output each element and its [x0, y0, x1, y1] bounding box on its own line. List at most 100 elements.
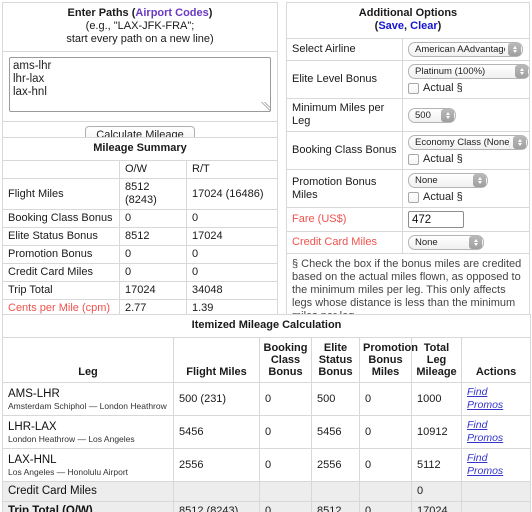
credit-card-miles-label: Credit Card Miles — [286, 231, 403, 254]
summary-ow-value: 0 — [119, 245, 187, 264]
calculator-page: Enter Paths (Airport Codes) (e.g., "LAX-… — [0, 0, 532, 512]
summary-row-elite-status-bonus: Elite Status Bonus 8512 17024 — [2, 227, 278, 246]
col-total-leg-mileage: Total Leg Mileage — [411, 337, 462, 383]
actions-cell: Find Promos — [460, 382, 532, 416]
booking-class-bonus-label: Booking Class Bonus — [286, 131, 403, 170]
leg-code: LAX-HNL — [8, 453, 57, 466]
summary-col-blank — [2, 160, 120, 179]
airport-codes-link[interactable]: Airport Codes — [135, 7, 208, 19]
option-row-credit-card-miles: Credit Card Miles None — [286, 231, 530, 254]
summary-col-ow: O/W — [119, 160, 187, 179]
total-leg-mileage-value: 10912 — [411, 415, 462, 449]
option-row-elite-level-bonus: Elite Level Bonus Platinum (100%) Actual… — [286, 60, 530, 99]
summary-rt-value: 17024 — [186, 227, 278, 246]
select-airline-cell: American AAdvantage — [402, 38, 530, 61]
fare-input[interactable] — [408, 211, 464, 228]
elite-bonus-value: 2556 — [311, 448, 360, 482]
promotion-bonus-value: 0 — [359, 501, 412, 512]
summary-row-trip-total: Trip Total 17024 34048 — [2, 281, 278, 300]
elite-level-dropdown[interactable]: Platinum (100%) — [408, 64, 530, 79]
additional-options-title: Additional Options — [358, 7, 458, 19]
select-airline-dropdown[interactable]: American AAdvantage — [408, 42, 523, 57]
leg-cell: Credit Card Miles — [2, 481, 174, 502]
elite-actual-checkbox[interactable] — [408, 83, 419, 94]
actions-cell — [460, 481, 532, 502]
promotion-actual-label: Actual § — [423, 191, 463, 203]
promotion-bonus-value — [359, 481, 412, 502]
total-leg-mileage-value: 1000 — [411, 382, 462, 416]
leg-subtitle: Amsterdam Schiphol — London Heathrow — [8, 400, 167, 411]
leg-cell: LHR-LAX London Heathrow — Los Angeles — [2, 415, 174, 449]
leg-cell: AMS-LHR Amsterdam Schiphol — London Heat… — [2, 382, 174, 416]
option-row-promotion-bonus: Promotion Bonus Miles None Actual § — [286, 169, 530, 208]
summary-col-rt: R/T — [186, 160, 278, 179]
select-airline-wrapper: American AAdvantage — [408, 42, 523, 57]
total-leg-mileage-value: 0 — [411, 481, 462, 502]
itemized-header-row: Leg Flight Miles Booking Class Bonus Eli… — [2, 337, 532, 383]
enter-paths-example-line2: start every path on a new line) — [66, 33, 214, 45]
mileage-summary-title: Mileage Summary — [2, 137, 278, 161]
col-promotion-bonus-miles: Promotion Bonus Miles — [359, 337, 418, 383]
paths-textarea-cell — [2, 51, 278, 122]
find-promos-link[interactable]: Find Promos — [467, 419, 503, 444]
promotion-bonus-cell: None Actual § — [402, 169, 530, 208]
option-row-minimum-miles: Minimum Miles per Leg 500 — [286, 98, 530, 132]
enter-paths-panel: Enter Paths (Airport Codes) (e.g., "LAX-… — [2, 2, 278, 150]
elite-bonus-value: 8512 — [311, 501, 360, 512]
summary-ow-value: 0 — [119, 263, 187, 282]
elite-bonus-value — [311, 481, 360, 502]
summary-rt-value: 0 — [186, 209, 278, 228]
total-leg-mileage-value: 17024 — [411, 501, 462, 512]
booking-actual-checkbox[interactable] — [408, 154, 419, 165]
promotion-bonus-value: 0 — [359, 382, 412, 416]
promotion-actual-checkbox[interactable] — [408, 192, 419, 203]
option-row-fare: Fare (US$) — [286, 207, 530, 232]
elite-actual-row: Actual § — [408, 82, 524, 95]
table-row: LHR-LAX London Heathrow — Los Angeles 54… — [2, 415, 532, 449]
flight-miles-value: 5456 — [173, 415, 260, 449]
minimum-miles-dropdown[interactable]: 500 — [408, 107, 456, 123]
summary-row-flight-miles: Flight Miles 8512 (8243) 17024 (16486) — [2, 178, 278, 210]
actions-cell: Find Promos — [460, 448, 532, 482]
paren-close: ) — [208, 7, 213, 19]
summary-row-credit-card-miles: Credit Card Miles 0 0 — [2, 263, 278, 282]
flight-miles-value: 8512 (8243) — [173, 501, 260, 512]
col-elite-status-bonus: Elite Status Bonus — [311, 337, 360, 383]
minimum-miles-label: Minimum Miles per Leg — [286, 98, 403, 132]
save-link[interactable]: Save — [378, 20, 404, 32]
elite-level-bonus-label: Elite Level Bonus — [286, 60, 403, 99]
booking-class-bonus-cell: Economy Class (None) Actual § — [402, 131, 530, 170]
promotion-bonus-dropdown[interactable]: None — [408, 173, 488, 188]
credit-card-miles-cell: None — [402, 231, 530, 254]
elite-bonus-value: 500 — [311, 382, 360, 416]
summary-label: Elite Status Bonus — [2, 227, 120, 246]
summary-row-promotion-bonus: Promotion Bonus 0 0 — [2, 245, 278, 264]
find-promos-link[interactable]: Find Promos — [467, 452, 503, 477]
col-flight-miles: Flight Miles — [173, 337, 260, 383]
option-row-booking-class-bonus: Booking Class Bonus Economy Class (None)… — [286, 131, 530, 170]
paths-input[interactable] — [9, 57, 271, 112]
booking-bonus-value: 0 — [259, 382, 312, 416]
flight-miles-value: 2556 — [173, 448, 260, 482]
elite-level-wrapper: Platinum (100%) — [408, 64, 530, 79]
credit-card-miles-dropdown[interactable]: None — [408, 235, 484, 250]
clear-link[interactable]: Clear — [410, 20, 438, 32]
summary-label: Credit Card Miles — [2, 263, 120, 282]
summary-label: Flight Miles — [2, 178, 120, 210]
leg-code: LHR-LAX — [8, 420, 57, 433]
summary-row-booking-class-bonus: Booking Class Bonus 0 0 — [2, 209, 278, 228]
table-row: AMS-LHR Amsterdam Schiphol — London Heat… — [2, 382, 532, 416]
summary-rt-value: 0 — [186, 263, 278, 282]
summary-label: Trip Total — [2, 281, 120, 300]
additional-options-header: Additional Options (Save, Clear) — [286, 2, 530, 39]
promotion-bonus-value: 0 — [359, 415, 412, 449]
fare-label: Fare (US$) — [286, 207, 403, 232]
promotion-actual-row: Actual § — [408, 191, 524, 204]
promotion-bonus-wrapper: None — [408, 173, 488, 188]
booking-actual-label: Actual § — [423, 153, 463, 165]
itemized-title: Itemized Mileage Calculation — [1, 314, 532, 338]
promotion-bonus-value: 0 — [359, 448, 412, 482]
booking-class-wrapper: Economy Class (None) — [408, 135, 528, 150]
booking-class-dropdown[interactable]: Economy Class (None) — [408, 135, 528, 150]
find-promos-link[interactable]: Find Promos — [467, 386, 503, 411]
